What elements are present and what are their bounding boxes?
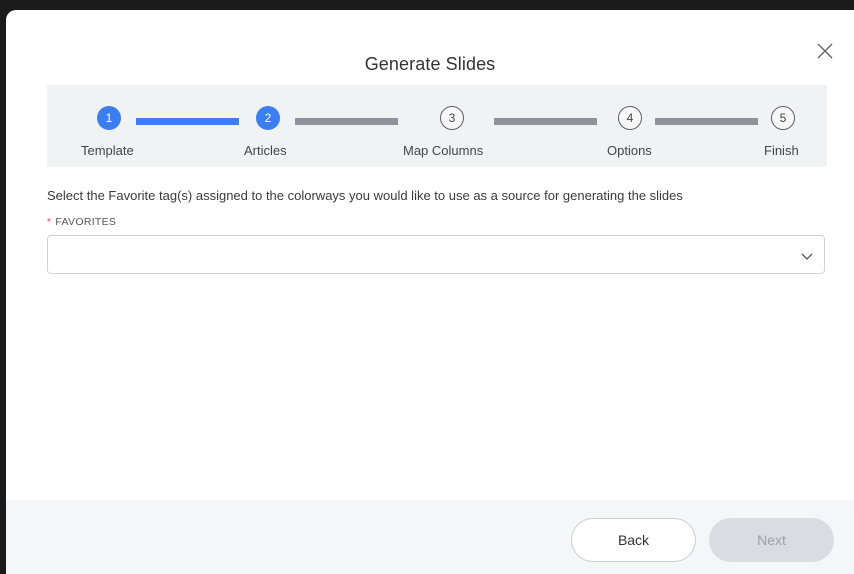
dialog-footer: Back Next [6, 500, 854, 574]
next-button[interactable]: Next [709, 518, 834, 562]
instruction-text: Select the Favorite tag(s) assigned to t… [47, 188, 683, 203]
step-1-indicator[interactable]: 1 [97, 106, 121, 130]
step-4-indicator: 4 [618, 106, 642, 130]
chevron-down-icon[interactable] [800, 249, 814, 263]
step-1-label: Template [81, 143, 134, 158]
step-5-label: Finish [764, 143, 799, 158]
generate-slides-dialog: Generate Slides 1 2 3 4 5 Template Artic… [6, 10, 854, 574]
step-connector-3-4 [494, 118, 597, 125]
step-connector-1-2 [136, 118, 239, 125]
step-connector-2-3 [295, 118, 398, 125]
step-5-indicator: 5 [771, 106, 795, 130]
favorites-label-text: FAVORITES [55, 216, 117, 228]
favorites-label: * FAVORITES [47, 216, 116, 228]
dialog-title: Generate Slides [364, 54, 496, 74]
required-marker: * [47, 216, 52, 228]
favorites-select[interactable] [47, 235, 825, 274]
close-icon[interactable] [814, 40, 836, 62]
step-2-label: Articles [244, 143, 287, 158]
back-button[interactable]: Back [571, 518, 696, 562]
step-2-indicator[interactable]: 2 [256, 106, 280, 130]
step-connector-4-5 [655, 118, 758, 125]
step-3-indicator: 3 [440, 106, 464, 130]
step-3-label: Map Columns [403, 143, 484, 158]
step-4-label: Options [607, 143, 652, 158]
stepper: 1 2 3 4 5 Template Articles Map Columns … [47, 85, 827, 167]
